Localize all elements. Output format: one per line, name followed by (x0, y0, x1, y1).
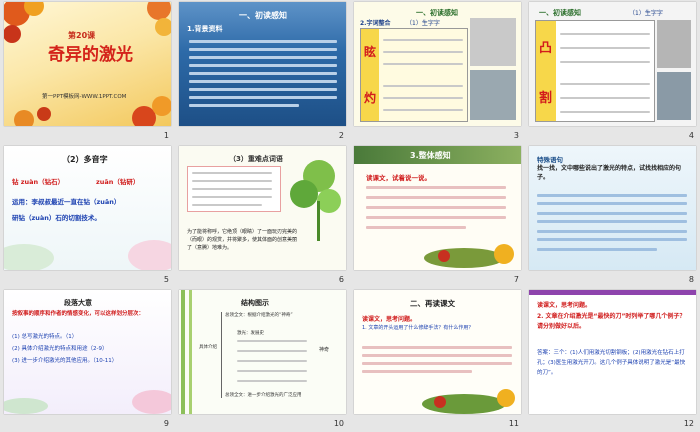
slide-number: 6 (338, 275, 344, 284)
slide-title: 奇异的激光 (48, 45, 133, 65)
slide-title: （3）重难点词语 (229, 155, 283, 163)
slide-title: （2）多音字 (62, 155, 108, 164)
slide-heading: 一、初读感知 (239, 11, 287, 20)
slide-cell-3[interactable]: 一、初读感知 2.字词整合 （1）生字字 眩 灼 3 (350, 0, 525, 144)
char-column (536, 21, 556, 121)
vocab-char-1: 凸 (539, 41, 553, 56)
slide-prompt: 读课文，思考问题。 (537, 302, 592, 309)
photo-placeholder (657, 20, 691, 68)
slide-cell-5[interactable]: （2）多音字 钻 zuàn（钻石） zuān（钻研） 运用：李叔叔最近一直在钻（… (0, 144, 175, 288)
slide-subheading: （1）生字字 (629, 10, 663, 17)
slide-answer: 答案：三个：(1)人们用激光切割钢板；(2)用激光在钻石上打孔；(3)医生用激光… (537, 350, 686, 376)
polyphone-reading-2: zuān（钻研） (96, 178, 140, 186)
slide-heading: 一、初读感知 (539, 9, 581, 17)
slide-number: 8 (688, 275, 694, 284)
slide-title: 特殊语句 (537, 156, 563, 164)
slide-cell-9[interactable]: 段落大意 按叙事的顺序和作者的情感变化，可以这样划分层次： (1) 总写激光的特… (0, 288, 175, 432)
slide-thumbnail-8[interactable]: 特殊语句 找一找，文中哪些说出了激光的特点，试找找相应的句子。 (529, 146, 696, 270)
slide-heading: 一、初读感知 (416, 9, 458, 17)
vocab-table: 凸 割 (535, 20, 655, 122)
vocab-char-2: 灼 (364, 91, 377, 105)
slide-thumbnail-2[interactable]: 一、初读感知 1.背景资料 (179, 2, 346, 126)
slide-instruction: 找一找，文中哪些说出了激光的特点，试找找相应的句子。 (537, 165, 682, 181)
slide-number: 9 (163, 419, 169, 428)
slide-thumbnail-7[interactable]: 3.整体感知 读课文，试着说一说。 (354, 146, 521, 270)
slide-cell-10[interactable]: 结构图示 总领全文：根据介绍激光的“神奇” 具体介绍 激光：发展史 总领全文：进… (175, 288, 350, 432)
lotus-decoration (4, 390, 171, 414)
slide-subheading: 2.字词整合 (360, 20, 391, 27)
slide-thumbnail-11[interactable]: 二、再读课文 读课文，思考问题。 1. 文章的开头运用了什么修辞手法？有什么作用… (354, 290, 521, 414)
slide-thumbnail-6[interactable]: （3）重难点词语 为了能将称呼，它绝顶（眼睛）了一面玩刃完美的（而眼）的观赏，并… (179, 146, 346, 270)
slide-thumbnail-3[interactable]: 一、初读感知 2.字词整合 （1）生字字 眩 灼 (354, 2, 521, 126)
slide-number: 4 (688, 131, 694, 140)
slide-cell-1[interactable]: 第20课 奇异的激光 第一PPT模板网-WWW.1PPT.COM 1 (0, 0, 175, 144)
slide-number: 10 (333, 419, 344, 428)
slide-number: 1 (163, 131, 169, 140)
bracket-line (221, 312, 222, 398)
slide-cell-4[interactable]: 一、初读感知 （1）生字字 凸 割 4 (525, 0, 700, 144)
slide-cell-11[interactable]: 二、再读课文 读课文，思考问题。 1. 文章的开头运用了什么修辞手法？有什么作用… (350, 288, 525, 432)
structure-side-label: 神奇 (319, 347, 330, 353)
slide-cell-12[interactable]: 读课文，思考问题。 2. 文章在介绍激光是“最快的刀”时列举了哪几个例子？请分别… (525, 288, 700, 432)
slide-number: 11 (508, 419, 519, 428)
structure-row-3: 激光：发展史 (237, 331, 264, 336)
header-band (529, 290, 696, 295)
slide-thumbnail-1[interactable]: 第20课 奇异的激光 第一PPT模板网-WWW.1PPT.COM (4, 2, 171, 126)
slide-number: 2 (338, 131, 344, 140)
vocab-char-1: 眩 (364, 45, 377, 59)
vegetable-decoration (424, 244, 514, 268)
structure-row-4: 总领全文：进一步介绍激光的广泛应用 (225, 393, 302, 398)
usage-example-line-2: 研钻（zuàn）石的切割技术。 (12, 214, 101, 222)
slide-number: 7 (513, 275, 519, 284)
usage-example-line-1: 运用：李叔叔最近一直在钻（zuān） (12, 198, 121, 206)
vocab-box (187, 166, 281, 212)
slide-footer: 第一PPT模板网-WWW.1PPT.COM (42, 94, 127, 100)
slide-thumbnail-10[interactable]: 结构图示 总领全文：根据介绍激光的“神奇” 具体介绍 激光：发展史 总领全文：进… (179, 290, 346, 414)
slide-cell-6[interactable]: （3）重难点词语 为了能将称呼，它绝顶（眼睛）了一面玩刃完美的（而眼）的观赏，并… (175, 144, 350, 288)
slide-question: 2. 文章在介绍激光是“最快的刀”时列举了哪几个例子？请分别做好以后。 (537, 313, 686, 330)
vocab-char-2: 割 (539, 91, 553, 106)
photo-placeholder (470, 18, 516, 66)
structure-row-1: 总领全文：根据介绍激光的“神奇” (225, 313, 293, 318)
slide-number: 5 (163, 275, 169, 284)
photo-placeholder (470, 70, 516, 120)
slide-cell-2[interactable]: 一、初读感知 1.背景资料 2 (175, 0, 350, 144)
slide-subheading: 1.背景资料 (187, 25, 223, 33)
sentence-text: 为了能将称呼，它绝顶（眼睛）了一面玩刃完美的（而眼）的观赏，并将聚多，使其体面的… (187, 229, 298, 251)
vocab-table: 眩 灼 (360, 28, 468, 122)
slide-thumbnail-9[interactable]: 段落大意 按叙事的顺序和作者的情感变化，可以这样划分层次： (1) 总写激光的特… (4, 290, 171, 414)
photo-placeholder (657, 72, 691, 120)
slide-thumbnail-12[interactable]: 读课文，思考问题。 2. 文章在介绍激光是“最快的刀”时列举了哪几个例子？请分别… (529, 290, 696, 414)
slide-cell-8[interactable]: 特殊语句 找一找，文中哪些说出了激光的特点，试找找相应的句子。 8 (525, 144, 700, 288)
slide-subheading-2: （1）生字字 (406, 20, 440, 27)
polyphone-reading-1: 钻 zuàn（钻石） (12, 178, 65, 186)
slide-number: 12 (683, 419, 694, 428)
slide-sorter-grid: 第20课 奇异的激光 第一PPT模板网-WWW.1PPT.COM 1 一、初读感… (0, 0, 700, 431)
slide-cell-7[interactable]: 3.整体感知 读课文，试着说一说。 7 (350, 144, 525, 288)
slide-thumbnail-4[interactable]: 一、初读感知 （1）生字字 凸 割 (529, 2, 696, 126)
vegetable-decoration (422, 389, 515, 414)
slide-thumbnail-5[interactable]: （2）多音字 钻 zuàn（钻石） zuān（钻研） 运用：李叔叔最近一直在钻（… (4, 146, 171, 270)
slide-title: 结构图示 (241, 299, 269, 307)
slide-number: 3 (513, 131, 519, 140)
structure-row-2: 具体介绍 (199, 345, 217, 350)
